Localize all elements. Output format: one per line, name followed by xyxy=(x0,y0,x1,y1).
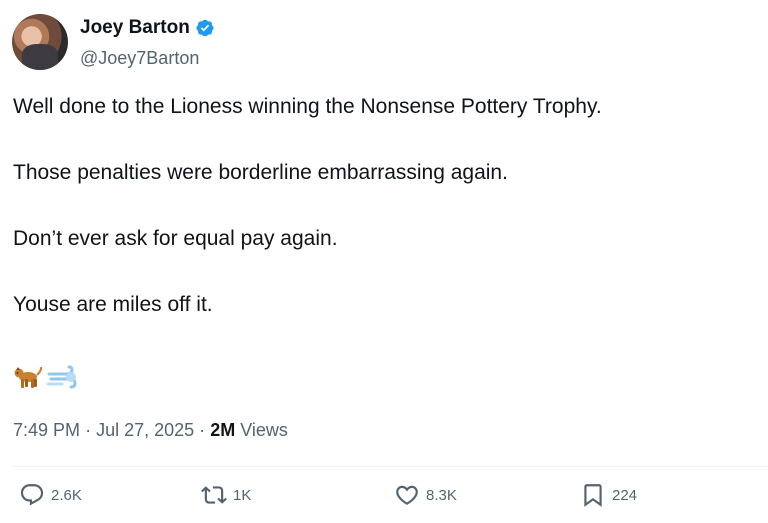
tweet-header: Joey Barton @Joey7Barton xyxy=(12,14,215,70)
tweet-paragraph: Well done to the Lioness winning the Non… xyxy=(13,95,602,118)
repost-count: 1K xyxy=(233,486,252,504)
tweet-body: Well done to the Lioness winning the Non… xyxy=(13,93,753,357)
display-name[interactable]: Joey Barton xyxy=(80,16,190,40)
views-label: Views xyxy=(240,420,288,440)
bookmark-count: 224 xyxy=(612,486,638,504)
meta-separator: · xyxy=(199,420,206,440)
tweet-card: Joey Barton @Joey7Barton Well done to th… xyxy=(0,0,768,523)
reply-count: 2.6K xyxy=(51,486,82,504)
repost-button[interactable]: 1K xyxy=(201,482,251,508)
handle[interactable]: @Joey7Barton xyxy=(80,46,215,70)
like-button[interactable]: 8.3K xyxy=(394,482,457,508)
avatar[interactable] xyxy=(12,14,68,70)
tweet-meta: 7:49 PM · Jul 27, 2025 · 2M Views xyxy=(13,418,288,442)
author-names: Joey Barton @Joey7Barton xyxy=(80,16,215,70)
bookmark-button[interactable]: 224 xyxy=(580,482,637,508)
tweet-time[interactable]: 7:49 PM xyxy=(13,420,80,440)
tweet-paragraph: Don’t ever ask for equal pay again. xyxy=(13,227,338,250)
reply-icon xyxy=(20,484,44,506)
heart-icon xyxy=(396,485,418,505)
action-bar: 2.6K 1K 8.3K 224 xyxy=(0,482,768,518)
repost-icon xyxy=(201,486,227,504)
divider xyxy=(13,466,768,467)
bookmark-icon xyxy=(584,484,602,507)
display-name-row: Joey Barton xyxy=(80,16,215,40)
tweet-paragraph: Youse are miles off it. xyxy=(13,293,213,316)
emoji-row xyxy=(14,364,78,397)
dog-icon xyxy=(14,364,44,397)
verified-badge-icon[interactable] xyxy=(195,18,215,38)
tweet-date[interactable]: Jul 27, 2025 xyxy=(96,420,194,440)
reply-button[interactable]: 2.6K xyxy=(19,482,82,508)
meta-separator: · xyxy=(85,420,92,440)
tweet-paragraph: Those penalties were borderline embarras… xyxy=(13,161,508,184)
views-count[interactable]: 2M xyxy=(210,420,235,440)
like-count: 8.3K xyxy=(426,486,457,504)
dash-icon xyxy=(46,364,78,397)
